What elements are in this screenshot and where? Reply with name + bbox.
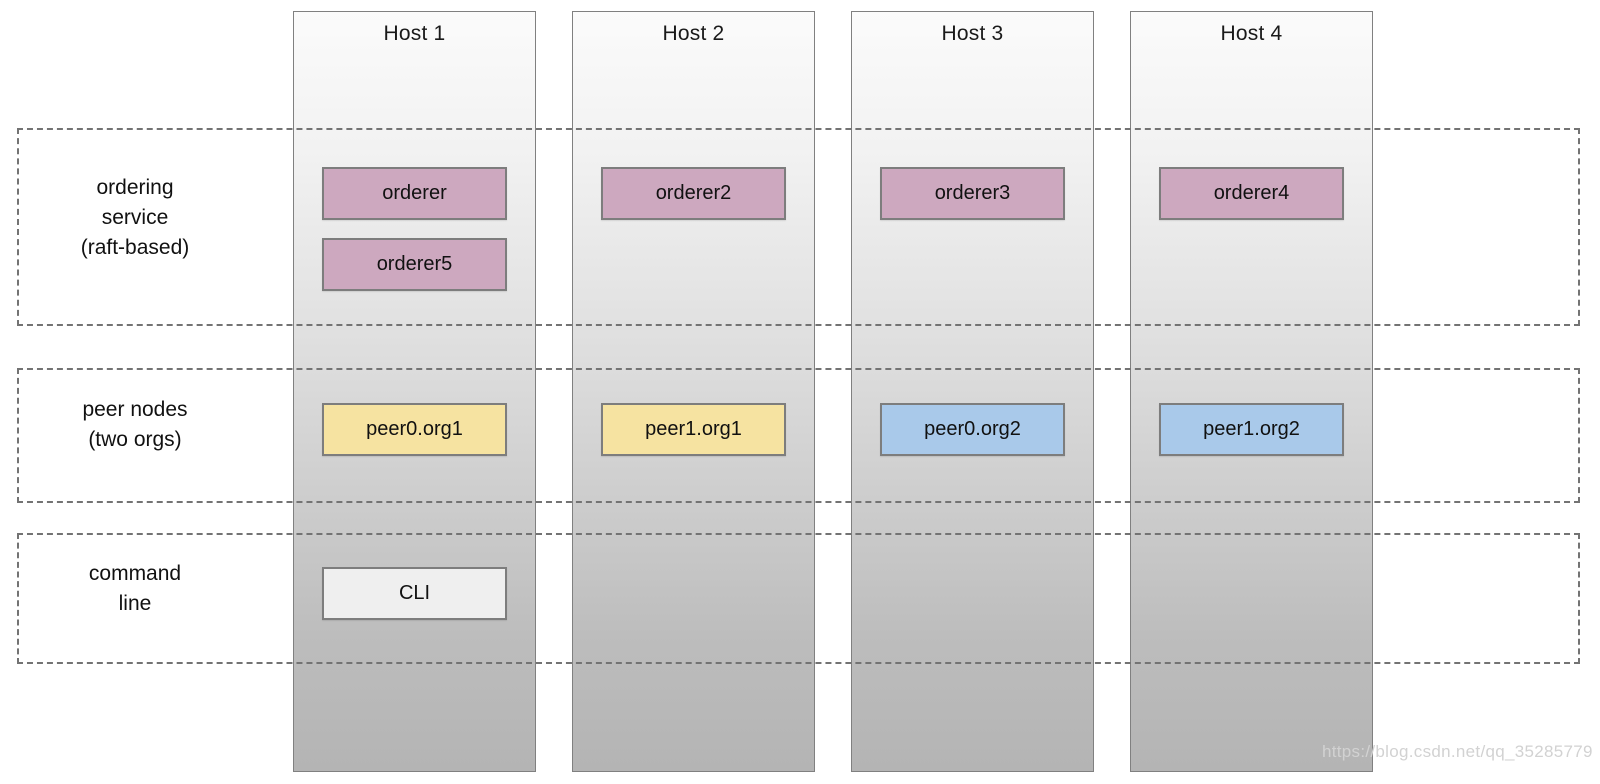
watermark-text: https://blog.csdn.net/qq_35285779 — [1322, 742, 1593, 761]
row-label-command-line: command line — [88, 562, 182, 615]
row-label-ordering-service: ordering service (raft-based) — [80, 176, 190, 259]
row-label-peer-nodes: peer nodes (two orgs) — [82, 398, 188, 451]
node-orderer3[interactable]: orderer3 — [880, 167, 1065, 220]
node-peer0-org2[interactable]: peer0.org2 — [880, 403, 1065, 456]
node-peer1-org2[interactable]: peer1.org2 — [1159, 403, 1344, 456]
host-column-3 — [851, 11, 1094, 772]
host-column-4 — [1130, 11, 1373, 772]
host-title-4: Host 4 — [1220, 22, 1283, 45]
node-peer1-org1[interactable]: peer1.org1 — [601, 403, 786, 456]
host-title-3: Host 3 — [941, 22, 1004, 45]
node-orderer5[interactable]: orderer5 — [322, 238, 507, 291]
node-orderer2[interactable]: orderer2 — [601, 167, 786, 220]
node-cli[interactable]: CLI — [322, 567, 507, 620]
node-orderer[interactable]: orderer — [322, 167, 507, 220]
host-title-2: Host 2 — [662, 22, 725, 45]
diagram-canvas: Host 1 Host 2 Host 3 Host 4 ordering ser… — [0, 0, 1600, 784]
host-column-1 — [293, 11, 536, 772]
node-peer0-org1[interactable]: peer0.org1 — [322, 403, 507, 456]
host-title-1: Host 1 — [383, 22, 446, 45]
node-orderer4[interactable]: orderer4 — [1159, 167, 1344, 220]
host-column-2 — [572, 11, 815, 772]
